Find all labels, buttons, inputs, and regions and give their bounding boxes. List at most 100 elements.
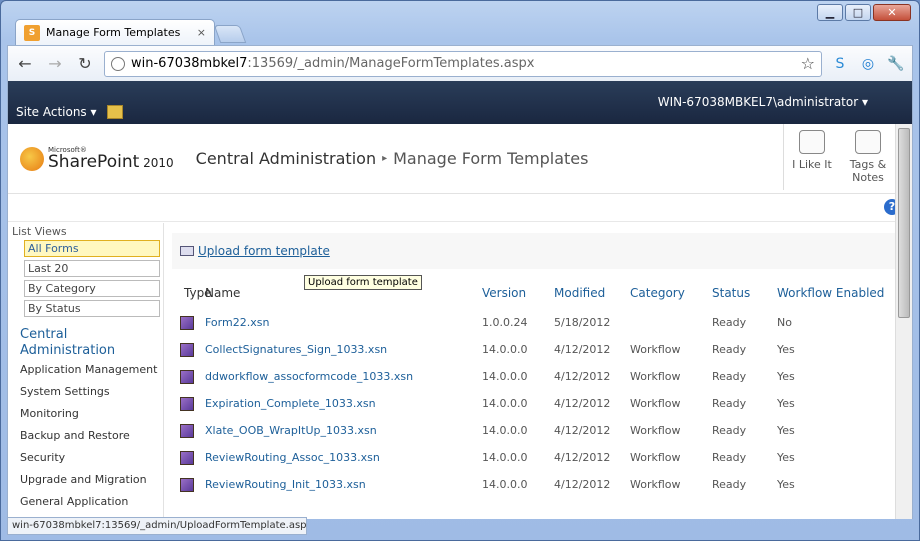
form-category: Workflow (630, 478, 681, 491)
upload-tooltip: Upload form template (304, 275, 422, 290)
form-modified: 4/12/2012 (554, 478, 611, 491)
form-category: Workflow (630, 424, 681, 437)
col-version[interactable]: Version (482, 286, 554, 300)
table-row[interactable]: ReviewRouting_Assoc_1033.xsn 14.0.0.0 4/12… (172, 444, 898, 471)
form-workflow-enabled: No (777, 316, 792, 329)
form-workflow-enabled: Yes (777, 424, 795, 437)
tags-notes-label: Tags & Notes (849, 158, 887, 184)
address-bar[interactable]: win-67038mbkel7:13569/_admin/ManageFormT… (104, 50, 822, 77)
sharepoint-logo-icon (20, 146, 44, 171)
nav-general-application[interactable]: General Application (20, 491, 163, 513)
back-arrow-icon[interactable]: ← (14, 53, 36, 75)
view-by-status[interactable]: By Status (24, 300, 160, 317)
form-version: 14.0.0.0 (482, 451, 528, 464)
form-name-link[interactable]: CollectSignatures_Sign_1033.xsn (205, 343, 482, 356)
table-row[interactable]: Expiration_Complete_1033.xsn 14.0.0.0 4/12… (172, 390, 898, 417)
breadcrumb-separator-icon: ▸ (382, 153, 388, 164)
form-status: Ready (712, 316, 747, 329)
form-modified: 4/12/2012 (554, 370, 611, 383)
nav-security[interactable]: Security (20, 447, 163, 469)
form-name-link[interactable]: Xlate_OOB_WrapItUp_1033.xsn (205, 424, 482, 437)
maximize-button[interactable]: □ (845, 4, 871, 21)
infopath-form-icon (180, 423, 194, 438)
nav-backup-restore[interactable]: Backup and Restore (20, 425, 163, 447)
row-type (172, 342, 205, 357)
row-type (172, 369, 205, 384)
view-by-category[interactable]: By Category (24, 280, 160, 297)
form-name-link[interactable]: ReviewRouting_Assoc_1033.xsn (205, 451, 482, 464)
form-name-link[interactable]: ReviewRouting_Init_1033.xsn (205, 478, 482, 491)
i-like-it-label: I Like It (792, 158, 832, 171)
col-category[interactable]: Category (630, 286, 712, 300)
infopath-form-icon (180, 450, 194, 465)
table-row[interactable]: ReviewRouting_Init_1033.xsn 14.0.0.0 4/12/… (172, 471, 898, 498)
sync-extension-icon[interactable]: ◎ (858, 54, 878, 74)
row-type (172, 315, 205, 330)
nav-application-management[interactable]: Application Management (20, 359, 163, 381)
view-last-20[interactable]: Last 20 (24, 260, 160, 277)
form-name-link[interactable]: Expiration_Complete_1033.xsn (205, 397, 482, 410)
user-menu[interactable]: WIN-67038MBKEL7\administrator ▾ (658, 95, 868, 109)
skype-extension-icon[interactable]: S (830, 54, 850, 74)
social-buttons: I Like It Tags & Notes (783, 124, 896, 190)
infopath-form-icon (180, 342, 194, 357)
upload-form-template-link[interactable]: Upload form template (198, 244, 330, 258)
form-name-link[interactable]: ddworkflow_assocformcode_1033.xsn (205, 370, 482, 383)
browser-toolbar: ← → ↻ win-67038mbkel7:13569/_admin/Manag… (7, 45, 913, 81)
left-navigation: List Views All Forms Last 20 By Category… (8, 223, 164, 519)
browser-tab[interactable]: S Manage Form Templates × (15, 19, 215, 45)
wrench-icon[interactable]: 🔧 (886, 54, 906, 74)
minimize-button[interactable]: ▁ (817, 4, 843, 21)
upload-toolbar: Upload form template (172, 233, 898, 269)
col-modified[interactable]: Modified (554, 286, 630, 300)
form-version: 14.0.0.0 (482, 397, 528, 410)
navigate-up-icon[interactable] (106, 104, 123, 119)
sharepoint-logo[interactable]: Microsoft® SharePoint 2010 (20, 146, 174, 171)
col-status[interactable]: Status (712, 286, 777, 300)
tab-close-icon[interactable]: × (197, 26, 206, 39)
new-tab-button[interactable] (213, 25, 247, 43)
forward-arrow-icon[interactable]: → (44, 53, 66, 75)
form-version: 14.0.0.0 (482, 424, 528, 437)
i-like-it-button[interactable]: I Like It (784, 124, 840, 190)
row-type (172, 423, 205, 438)
vertical-scrollbar[interactable] (895, 124, 912, 519)
col-workflow-enabled[interactable]: Workflow Enabled (777, 286, 887, 300)
form-modified: 4/12/2012 (554, 397, 611, 410)
breadcrumb-root[interactable]: Central Administration (196, 149, 376, 168)
form-version: 14.0.0.0 (482, 343, 528, 356)
globe-icon (111, 56, 125, 71)
form-status: Ready (712, 397, 747, 410)
nav-central-administration[interactable]: Central Administration (20, 327, 163, 359)
form-category: Workflow (630, 343, 681, 356)
table-row[interactable]: Xlate_OOB_WrapItUp_1033.xsn 14.0.0.0 4/12/… (172, 417, 898, 444)
form-name-link[interactable]: Form22.xsn (205, 316, 482, 329)
row-type (172, 477, 205, 492)
nav-system-settings[interactable]: System Settings (20, 381, 163, 403)
tag-icon (799, 130, 825, 154)
reload-icon[interactable]: ↻ (74, 53, 96, 75)
tags-notes-button[interactable]: Tags & Notes (840, 124, 896, 190)
scrollbar-thumb[interactable] (898, 128, 910, 318)
form-modified: 5/18/2012 (554, 316, 611, 329)
status-bar: win-67038mbkel7:13569/_admin/UploadFormT… (7, 517, 307, 535)
view-all-forms[interactable]: All Forms (24, 240, 160, 257)
browser-window: ▁ □ ✕ S Manage Form Templates × ← → ↻ wi… (0, 0, 920, 541)
form-version: 1.0.0.24 (482, 316, 528, 329)
form-workflow-enabled: Yes (777, 478, 795, 491)
table-row[interactable]: ddworkflow_assocformcode_1033.xsn 14.0.0.… (172, 363, 898, 390)
form-version: 14.0.0.0 (482, 478, 528, 491)
address-url[interactable]: win-67038mbkel7:13569/_admin/ManageFormT… (131, 56, 795, 71)
form-status: Ready (712, 451, 747, 464)
table-row[interactable]: CollectSignatures_Sign_1033.xsn 14.0.0.0 4… (172, 336, 898, 363)
ribbon-bar: Site Actions ▾ WIN-67038MBKEL7\administr… (8, 81, 912, 124)
close-window-button[interactable]: ✕ (873, 4, 911, 21)
bookmark-star-icon[interactable]: ☆ (801, 54, 815, 73)
nav-monitoring[interactable]: Monitoring (20, 403, 163, 425)
url-path: :13569/_admin/ManageFormTemplates.aspx (247, 56, 535, 71)
form-modified: 4/12/2012 (554, 424, 611, 437)
nav-upgrade-migration[interactable]: Upgrade and Migration (20, 469, 163, 491)
window-controls: ▁ □ ✕ (817, 4, 911, 21)
site-actions-menu[interactable]: Site Actions ▾ (16, 105, 97, 119)
table-row[interactable]: Form22.xsn 1.0.0.24 5/18/2012 Ready No (172, 309, 898, 336)
